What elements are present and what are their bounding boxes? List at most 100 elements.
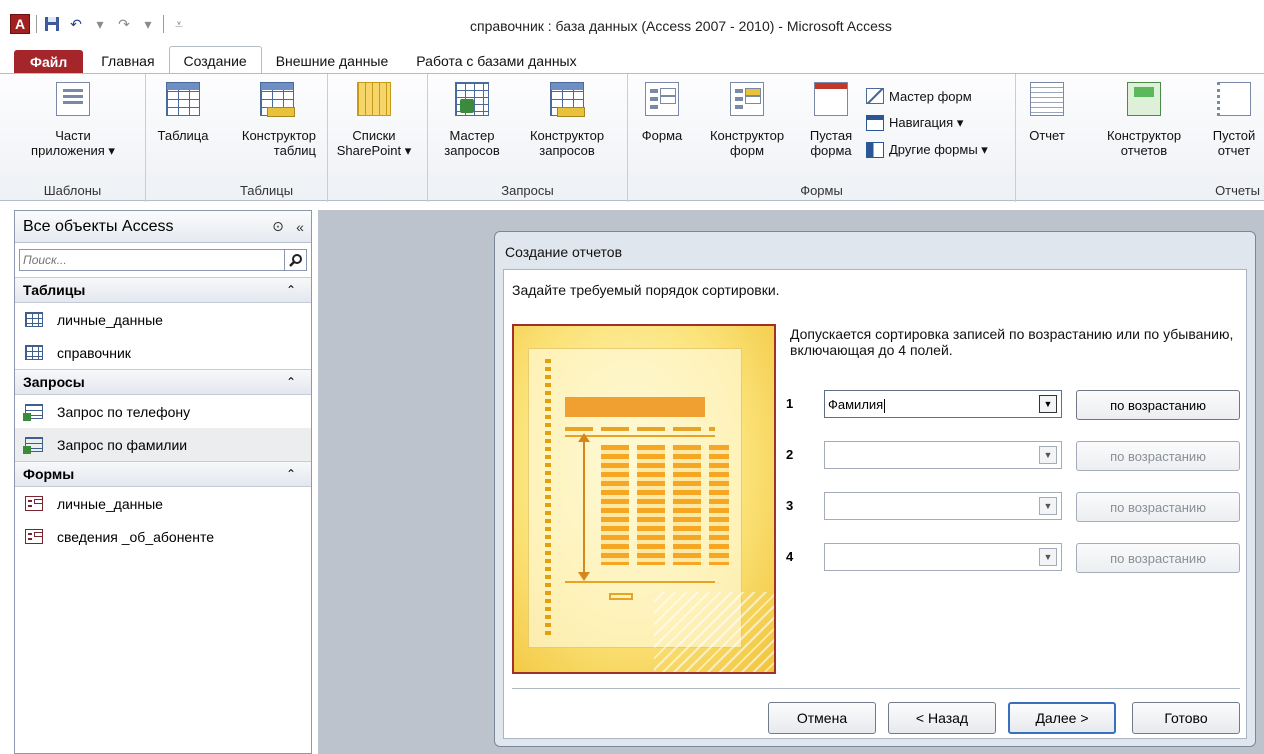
- nav-section-tables[interactable]: Таблицы ⌃: [15, 277, 311, 303]
- sort-order-button-1[interactable]: по возрастанию: [1076, 390, 1240, 420]
- query-wizard-icon: [455, 82, 489, 116]
- table-icon: [166, 82, 200, 116]
- form-icon: [25, 529, 43, 544]
- dropdown-arrow-icon[interactable]: ▼: [1039, 395, 1057, 413]
- finish-button[interactable]: Готово: [1132, 702, 1240, 734]
- form-design-icon: [730, 82, 764, 116]
- dropdown-arrow-icon[interactable]: ▼: [1039, 446, 1057, 464]
- nav-search-input[interactable]: [20, 250, 284, 270]
- form-wizard-button[interactable]: Мастер форм: [866, 88, 972, 104]
- nav-section-queries[interactable]: Запросы ⌃: [15, 369, 311, 395]
- dropdown-arrow-icon[interactable]: ▼: [1039, 548, 1057, 566]
- nav-pane-header[interactable]: Все объекты Access ⊙ «: [15, 211, 311, 243]
- cancel-button[interactable]: Отмена: [768, 702, 876, 734]
- nav-menu-icon[interactable]: ⊙: [267, 218, 289, 235]
- nav-item-form[interactable]: личные_данные: [15, 487, 311, 520]
- query-design-icon: [550, 82, 585, 117]
- sort-field-value: Фамилия: [828, 397, 886, 413]
- group-tables: Таблица Конструктор таблиц Таблицы: [146, 74, 328, 202]
- sort-field-combo-1[interactable]: Фамилия ▼: [824, 390, 1062, 418]
- dialog-separator: [512, 688, 1240, 689]
- ribbon: Части приложения ▾ Шаблоны Таблица Конст…: [0, 73, 1264, 202]
- search-icon[interactable]: [284, 250, 306, 270]
- form-icon: [25, 496, 43, 511]
- preview-total-box: [609, 593, 633, 600]
- nav-item-table[interactable]: справочник: [15, 336, 311, 369]
- preview-column: [601, 445, 629, 565]
- table-icon: [25, 345, 43, 360]
- sort-field-combo-4[interactable]: ▼: [824, 543, 1062, 571]
- group-label-forms: Формы: [800, 183, 843, 198]
- report-wizard-dialog: Создание отчетов Задайте требуемый поряд…: [494, 231, 1256, 747]
- collapse-section-icon[interactable]: ⌃: [271, 283, 311, 297]
- preview-column: [709, 445, 729, 565]
- tab-database-tools[interactable]: Работа с базами данных: [402, 48, 590, 74]
- blank-report-button[interactable]: Пустой отчет: [1204, 82, 1264, 158]
- report-design-icon: [1127, 82, 1161, 116]
- tab-create[interactable]: Создание: [168, 46, 262, 74]
- preview-title-bar: [565, 397, 705, 417]
- collapse-section-icon[interactable]: ⌃: [271, 467, 311, 481]
- report-design-button[interactable]: Конструктор отчетов: [1074, 82, 1214, 158]
- nav-item-form[interactable]: сведения _об_абоненте: [15, 520, 311, 553]
- collapse-pane-icon[interactable]: «: [289, 219, 311, 235]
- sort-field-combo-3[interactable]: ▼: [824, 492, 1062, 520]
- query-icon: [23, 404, 43, 421]
- form-wizard-icon: [866, 88, 884, 104]
- query-design-button[interactable]: Конструктор запросов: [512, 82, 622, 158]
- table-design-icon: [260, 82, 295, 117]
- group-label-tables: Таблицы: [239, 183, 294, 198]
- dialog-body: Задайте требуемый порядок сортировки. До…: [503, 269, 1247, 739]
- tab-external-data[interactable]: Внешние данные: [262, 48, 403, 74]
- application-parts-button[interactable]: Части приложения ▾: [0, 82, 146, 158]
- query-wizard-button[interactable]: Мастер запросов: [434, 82, 510, 158]
- blank-form-button[interactable]: Пустая форма: [800, 82, 862, 158]
- sort-description: Допускается сортировка записей по возрас…: [790, 326, 1234, 358]
- navigation-pane: Все объекты Access ⊙ « Таблицы ⌃ личные_…: [14, 210, 312, 754]
- table-design-button[interactable]: Конструктор таблиц: [216, 82, 316, 158]
- nav-item-table[interactable]: личные_данные: [15, 303, 311, 336]
- next-button[interactable]: Далее >: [1008, 702, 1116, 734]
- ribbon-tabs: Файл Главная Создание Внешние данные Раб…: [0, 46, 1264, 74]
- sort-preview-illustration: [512, 324, 776, 674]
- form-icon: [645, 82, 679, 116]
- dialog-title: Создание отчетов: [505, 244, 623, 260]
- tab-home[interactable]: Главная: [87, 48, 168, 74]
- navigation-icon: [866, 115, 884, 131]
- preview-column: [637, 445, 665, 565]
- back-button[interactable]: < Назад: [888, 702, 996, 734]
- group-label-templates: Шаблоны: [43, 183, 102, 198]
- collapse-section-icon[interactable]: ⌃: [271, 375, 311, 389]
- report-button[interactable]: Отчет: [1018, 82, 1076, 143]
- sort-field-combo-2[interactable]: ▼: [824, 441, 1062, 469]
- sort-order-button-4[interactable]: по возрастанию: [1076, 543, 1240, 573]
- group-label-reports: Отчеты: [1215, 183, 1260, 198]
- dialog-heading: Задайте требуемый порядок сортировки.: [512, 282, 780, 298]
- window-title: справочник : база данных (Access 2007 - …: [470, 18, 892, 34]
- group-label-queries: Запросы: [501, 183, 554, 198]
- sort-row-number: 1: [786, 396, 794, 411]
- nav-item-query[interactable]: Запрос по фамилии: [15, 428, 311, 461]
- blank-report-icon: [1217, 82, 1251, 116]
- sort-order-button-3[interactable]: по возрастанию: [1076, 492, 1240, 522]
- sort-order-button-2[interactable]: по возрастанию: [1076, 441, 1240, 471]
- preview-column: [673, 445, 701, 565]
- sort-row-number: 2: [786, 447, 794, 462]
- form-button[interactable]: Форма: [632, 82, 692, 143]
- group-templates: Части приложения ▾ Шаблоны: [0, 74, 146, 202]
- title-bar: A ↶ ▾ ↷ ▾ ⩡ справочник : база данных (Ac…: [0, 0, 1264, 44]
- table-button[interactable]: Таблица: [148, 82, 218, 143]
- sort-row-number: 4: [786, 549, 794, 564]
- form-design-button[interactable]: Конструктор форм: [692, 82, 802, 158]
- tab-file[interactable]: Файл: [14, 50, 84, 74]
- nav-section-forms[interactable]: Формы ⌃: [15, 461, 311, 487]
- group-tables-divider: [328, 74, 428, 202]
- navigation-button[interactable]: Навигация ▾: [866, 115, 963, 131]
- preview-decoration: [654, 592, 774, 672]
- group-queries: Мастер запросов Конструктор запросов Зап…: [428, 74, 628, 202]
- more-forms-button[interactable]: Другие формы ▾: [866, 142, 988, 158]
- sort-row-number: 3: [786, 498, 794, 513]
- nav-item-query[interactable]: Запрос по телефону: [15, 395, 311, 428]
- dropdown-arrow-icon[interactable]: ▼: [1039, 497, 1057, 515]
- nav-pane-title: Все объекты Access: [23, 217, 174, 235]
